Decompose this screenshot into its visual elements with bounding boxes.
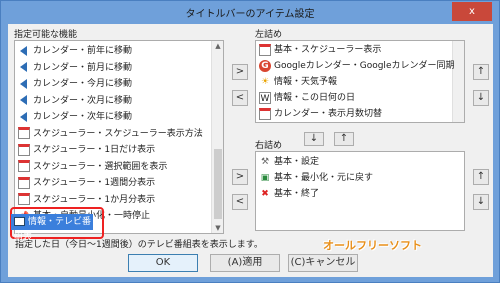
left-pane-list[interactable]: 基本・スケジューラー表示 G Googleカレンダー・Googleカレンダー同期 ☀ 情…	[255, 40, 465, 123]
list-item[interactable]: スケジューラー・選択範囲を表示	[18, 159, 167, 175]
left-scrollbar[interactable]	[452, 41, 464, 122]
list-item-label: カレンダー・前年に移動	[33, 46, 133, 56]
wiki-icon: W	[259, 91, 271, 104]
left-up-button[interactable]: ↑	[473, 64, 489, 80]
calendar-icon	[18, 193, 30, 205]
cancel-button[interactable]: (C)キャンセル	[288, 254, 358, 272]
list-item-label: 基本・スケジューラー表示	[274, 45, 382, 55]
tv-icon	[14, 217, 25, 226]
left-pane-label: 左詰め	[255, 30, 283, 40]
arrow-left-icon	[20, 95, 27, 105]
arrow-left-icon	[20, 111, 27, 122]
list-item-label: カレンダー・前月に移動	[33, 62, 133, 73]
list-item[interactable]: ▣ 基本・最小化・元に戻す	[259, 170, 373, 186]
list-item-label: スケジューラー・選択範囲を表示	[33, 161, 168, 172]
add-to-left-button[interactable]: >	[232, 64, 248, 80]
available-list[interactable]: ▲ ▼ カレンダー・前年に移動 カレンダー・前月に移動 カレンダー・今月に移動 カレン…	[14, 40, 224, 234]
right-up-button[interactable]: ↑	[473, 169, 489, 185]
add-to-right-button[interactable]: >	[232, 169, 248, 185]
list-item[interactable]: スケジューラー・1週間分表示	[18, 175, 155, 191]
remove-from-right-button[interactable]: <	[232, 194, 248, 210]
dialog-window: タイトルバーのアイテム設定 x 指定可能な機能 ▲ ▼ カレンダー・前年に移動カ…	[0, 0, 500, 283]
list-item-label: 情報・この日何の日	[274, 93, 356, 103]
calendar-icon	[18, 127, 30, 139]
list-item-label: 基本・最小化・元に戻す	[274, 173, 374, 183]
arrow-left-icon	[20, 62, 27, 72]
right-pane-label: 右詰め	[255, 141, 283, 151]
list-item[interactable]: ☀ 情報・天気予報	[259, 74, 337, 90]
list-item-label: カレンダー・表示月数切替	[274, 109, 383, 119]
list-item[interactable]: ⚒ 基本・設定	[259, 154, 319, 170]
list-item[interactable]: カレンダー・前年に移動	[18, 43, 132, 59]
right-down-button[interactable]: ↓	[473, 194, 489, 210]
calendar-icon	[18, 160, 30, 172]
calendar-icon	[18, 143, 30, 156]
scroll-thumb[interactable]	[214, 149, 222, 219]
google-icon: G	[259, 59, 271, 72]
move-down-button[interactable]: ↓	[304, 132, 324, 146]
list-item-label: スケジューラー・1か月分表示	[33, 194, 156, 205]
arrow-left-icon	[20, 45, 27, 56]
list-item-label: Googleカレンダー・Googleカレンダー同期	[274, 61, 455, 71]
list-item[interactable]: スケジューラー・1日だけ表示	[18, 142, 155, 158]
list-item[interactable]: W 情報・この日何の日	[259, 90, 355, 106]
selected-item[interactable]: 情報・テレビ番組表	[11, 214, 93, 243]
tools-icon: ⚒	[260, 156, 270, 167]
calendar-icon	[259, 107, 271, 120]
list-item-label: 基本・終了	[274, 189, 320, 199]
apply-button[interactable]: (A)適用	[210, 254, 280, 272]
ok-button[interactable]: OK	[128, 254, 198, 272]
weather-icon: ☀	[260, 76, 270, 87]
list-item-label: カレンダー・次月に移動	[33, 95, 133, 106]
scroll-up-icon[interactable]: ▲	[212, 41, 223, 51]
remove-from-left-button[interactable]: <	[232, 90, 248, 106]
list-item[interactable]: カレンダー・前月に移動	[18, 60, 132, 76]
available-scrollbar[interactable]: ▲ ▼	[211, 41, 223, 233]
arrow-left-icon	[20, 78, 27, 89]
watermark-logo: オールフリーソフト	[323, 239, 422, 252]
window-icon: ▣	[260, 172, 270, 183]
list-item[interactable]: カレンダー・次月に移動	[18, 93, 132, 109]
title-bar[interactable]: タイトルバーのアイテム設定 x	[1, 1, 499, 23]
close-x-icon: ✖	[261, 188, 269, 199]
list-item-label: スケジューラー・スケジューラー表示方法	[33, 128, 203, 139]
move-up-button[interactable]: ↑	[334, 132, 354, 146]
list-item-label: 基本・設定	[274, 157, 320, 167]
list-item-label: カレンダー・次年に移動	[33, 112, 133, 122]
left-down-button[interactable]: ↓	[473, 90, 489, 106]
list-item[interactable]: 基本・スケジューラー表示	[259, 42, 381, 58]
list-item[interactable]: カレンダー・表示月数切替	[259, 106, 382, 122]
window-title: タイトルバーのアイテム設定	[185, 9, 315, 20]
list-item[interactable]: G Googleカレンダー・Googleカレンダー同期	[259, 58, 454, 74]
list-item-label: 情報・天気予報	[274, 77, 338, 87]
available-label: 指定可能な機能	[14, 30, 78, 40]
list-item[interactable]: スケジューラー・1か月分表示	[18, 192, 155, 208]
calendar-icon	[18, 176, 30, 189]
close-button[interactable]: x	[452, 2, 492, 21]
list-item-label: スケジューラー・1日だけ表示	[33, 145, 156, 155]
list-item-label: スケジューラー・1週間分表示	[33, 178, 156, 188]
right-pane-list[interactable]: ⚒ 基本・設定 ▣ 基本・最小化・元に戻す ✖ 基本・終了	[255, 151, 465, 231]
list-item[interactable]: カレンダー・次年に移動	[18, 109, 132, 125]
scroll-down-icon[interactable]: ▼	[212, 223, 223, 233]
list-item[interactable]: カレンダー・今月に移動	[18, 76, 132, 92]
list-item[interactable]: スケジューラー・スケジューラー表示方法	[18, 126, 203, 142]
calendar-icon	[259, 43, 271, 56]
list-item[interactable]: ✖ 基本・終了	[259, 186, 319, 202]
list-item-label: カレンダー・今月に移動	[33, 79, 133, 89]
